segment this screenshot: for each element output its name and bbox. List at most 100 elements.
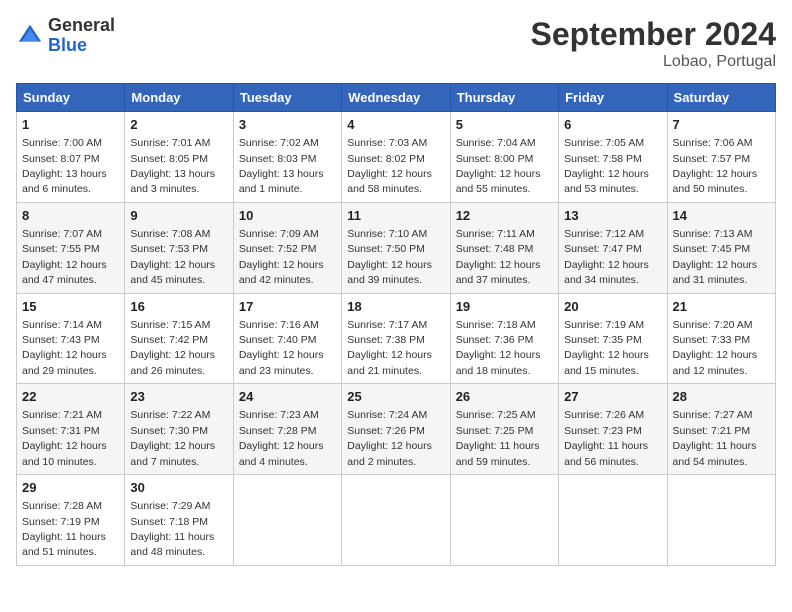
- weekday-header: Friday: [559, 84, 667, 112]
- day-detail: Sunrise: 7:14 AMSunset: 7:43 PMDaylight:…: [22, 319, 107, 377]
- calendar-week-row: 1 Sunrise: 7:00 AMSunset: 8:07 PMDayligh…: [17, 112, 776, 203]
- day-number: 1: [22, 116, 119, 134]
- weekday-header: Wednesday: [342, 84, 450, 112]
- calendar-day-cell: 13 Sunrise: 7:12 AMSunset: 7:47 PMDaylig…: [559, 202, 667, 293]
- title-area: September 2024 Lobao, Portugal: [531, 16, 776, 71]
- day-number: 21: [673, 298, 770, 316]
- day-number: 3: [239, 116, 336, 134]
- location: Lobao, Portugal: [531, 53, 776, 71]
- calendar-day-cell: 20 Sunrise: 7:19 AMSunset: 7:35 PMDaylig…: [559, 293, 667, 384]
- day-number: 6: [564, 116, 661, 134]
- logo: General Blue: [16, 16, 115, 56]
- day-number: 12: [456, 207, 553, 225]
- calendar-day-cell: [667, 475, 775, 566]
- day-number: 7: [673, 116, 770, 134]
- page-header: General Blue September 2024 Lobao, Portu…: [16, 16, 776, 71]
- day-detail: Sunrise: 7:06 AMSunset: 7:57 PMDaylight:…: [673, 137, 758, 195]
- calendar-day-cell: 24 Sunrise: 7:23 AMSunset: 7:28 PMDaylig…: [233, 384, 341, 475]
- day-number: 15: [22, 298, 119, 316]
- calendar-day-cell: 28 Sunrise: 7:27 AMSunset: 7:21 PMDaylig…: [667, 384, 775, 475]
- day-number: 22: [22, 388, 119, 406]
- calendar-day-cell: [342, 475, 450, 566]
- calendar-day-cell: 5 Sunrise: 7:04 AMSunset: 8:00 PMDayligh…: [450, 112, 558, 203]
- calendar-day-cell: [233, 475, 341, 566]
- day-detail: Sunrise: 7:23 AMSunset: 7:28 PMDaylight:…: [239, 409, 324, 467]
- day-detail: Sunrise: 7:11 AMSunset: 7:48 PMDaylight:…: [456, 228, 541, 286]
- logo-icon: [16, 22, 44, 50]
- calendar-day-cell: 11 Sunrise: 7:10 AMSunset: 7:50 PMDaylig…: [342, 202, 450, 293]
- logo-text: General Blue: [48, 16, 115, 56]
- calendar-day-cell: 14 Sunrise: 7:13 AMSunset: 7:45 PMDaylig…: [667, 202, 775, 293]
- calendar-day-cell: 27 Sunrise: 7:26 AMSunset: 7:23 PMDaylig…: [559, 384, 667, 475]
- day-detail: Sunrise: 7:10 AMSunset: 7:50 PMDaylight:…: [347, 228, 432, 286]
- calendar-week-row: 8 Sunrise: 7:07 AMSunset: 7:55 PMDayligh…: [17, 202, 776, 293]
- day-detail: Sunrise: 7:25 AMSunset: 7:25 PMDaylight:…: [456, 409, 540, 467]
- calendar-day-cell: 7 Sunrise: 7:06 AMSunset: 7:57 PMDayligh…: [667, 112, 775, 203]
- day-number: 24: [239, 388, 336, 406]
- calendar-week-row: 29 Sunrise: 7:28 AMSunset: 7:19 PMDaylig…: [17, 475, 776, 566]
- day-number: 4: [347, 116, 444, 134]
- logo-blue: Blue: [48, 36, 115, 56]
- day-number: 2: [130, 116, 227, 134]
- month-title: September 2024: [531, 16, 776, 53]
- calendar-day-cell: 29 Sunrise: 7:28 AMSunset: 7:19 PMDaylig…: [17, 475, 125, 566]
- weekday-header: Monday: [125, 84, 233, 112]
- day-detail: Sunrise: 7:29 AMSunset: 7:18 PMDaylight:…: [130, 500, 214, 558]
- calendar-day-cell: 21 Sunrise: 7:20 AMSunset: 7:33 PMDaylig…: [667, 293, 775, 384]
- day-number: 5: [456, 116, 553, 134]
- day-detail: Sunrise: 7:28 AMSunset: 7:19 PMDaylight:…: [22, 500, 106, 558]
- day-number: 28: [673, 388, 770, 406]
- calendar-day-cell: 10 Sunrise: 7:09 AMSunset: 7:52 PMDaylig…: [233, 202, 341, 293]
- day-detail: Sunrise: 7:05 AMSunset: 7:58 PMDaylight:…: [564, 137, 649, 195]
- day-number: 14: [673, 207, 770, 225]
- day-number: 19: [456, 298, 553, 316]
- weekday-header-row: SundayMondayTuesdayWednesdayThursdayFrid…: [17, 84, 776, 112]
- calendar-day-cell: [450, 475, 558, 566]
- day-number: 10: [239, 207, 336, 225]
- calendar-day-cell: 18 Sunrise: 7:17 AMSunset: 7:38 PMDaylig…: [342, 293, 450, 384]
- day-detail: Sunrise: 7:07 AMSunset: 7:55 PMDaylight:…: [22, 228, 107, 286]
- day-detail: Sunrise: 7:09 AMSunset: 7:52 PMDaylight:…: [239, 228, 324, 286]
- calendar-day-cell: 26 Sunrise: 7:25 AMSunset: 7:25 PMDaylig…: [450, 384, 558, 475]
- calendar-day-cell: 8 Sunrise: 7:07 AMSunset: 7:55 PMDayligh…: [17, 202, 125, 293]
- day-number: 11: [347, 207, 444, 225]
- day-detail: Sunrise: 7:18 AMSunset: 7:36 PMDaylight:…: [456, 319, 541, 377]
- calendar-day-cell: 9 Sunrise: 7:08 AMSunset: 7:53 PMDayligh…: [125, 202, 233, 293]
- day-number: 13: [564, 207, 661, 225]
- weekday-header: Saturday: [667, 84, 775, 112]
- day-detail: Sunrise: 7:15 AMSunset: 7:42 PMDaylight:…: [130, 319, 215, 377]
- calendar-day-cell: 23 Sunrise: 7:22 AMSunset: 7:30 PMDaylig…: [125, 384, 233, 475]
- day-detail: Sunrise: 7:01 AMSunset: 8:05 PMDaylight:…: [130, 137, 215, 195]
- day-detail: Sunrise: 7:26 AMSunset: 7:23 PMDaylight:…: [564, 409, 648, 467]
- weekday-header: Sunday: [17, 84, 125, 112]
- calendar-day-cell: 25 Sunrise: 7:24 AMSunset: 7:26 PMDaylig…: [342, 384, 450, 475]
- day-number: 25: [347, 388, 444, 406]
- day-detail: Sunrise: 7:22 AMSunset: 7:30 PMDaylight:…: [130, 409, 215, 467]
- weekday-header: Thursday: [450, 84, 558, 112]
- calendar-day-cell: 17 Sunrise: 7:16 AMSunset: 7:40 PMDaylig…: [233, 293, 341, 384]
- calendar-day-cell: 2 Sunrise: 7:01 AMSunset: 8:05 PMDayligh…: [125, 112, 233, 203]
- calendar-day-cell: 22 Sunrise: 7:21 AMSunset: 7:31 PMDaylig…: [17, 384, 125, 475]
- calendar-day-cell: 15 Sunrise: 7:14 AMSunset: 7:43 PMDaylig…: [17, 293, 125, 384]
- calendar-day-cell: 1 Sunrise: 7:00 AMSunset: 8:07 PMDayligh…: [17, 112, 125, 203]
- day-detail: Sunrise: 7:16 AMSunset: 7:40 PMDaylight:…: [239, 319, 324, 377]
- day-number: 18: [347, 298, 444, 316]
- calendar-day-cell: 4 Sunrise: 7:03 AMSunset: 8:02 PMDayligh…: [342, 112, 450, 203]
- day-detail: Sunrise: 7:00 AMSunset: 8:07 PMDaylight:…: [22, 137, 107, 195]
- logo-general: General: [48, 16, 115, 36]
- day-detail: Sunrise: 7:12 AMSunset: 7:47 PMDaylight:…: [564, 228, 649, 286]
- calendar-week-row: 15 Sunrise: 7:14 AMSunset: 7:43 PMDaylig…: [17, 293, 776, 384]
- day-number: 26: [456, 388, 553, 406]
- day-number: 23: [130, 388, 227, 406]
- day-number: 20: [564, 298, 661, 316]
- calendar-day-cell: 12 Sunrise: 7:11 AMSunset: 7:48 PMDaylig…: [450, 202, 558, 293]
- calendar-table: SundayMondayTuesdayWednesdayThursdayFrid…: [16, 83, 776, 566]
- day-detail: Sunrise: 7:21 AMSunset: 7:31 PMDaylight:…: [22, 409, 107, 467]
- day-detail: Sunrise: 7:04 AMSunset: 8:00 PMDaylight:…: [456, 137, 541, 195]
- calendar-day-cell: 19 Sunrise: 7:18 AMSunset: 7:36 PMDaylig…: [450, 293, 558, 384]
- day-number: 16: [130, 298, 227, 316]
- day-detail: Sunrise: 7:24 AMSunset: 7:26 PMDaylight:…: [347, 409, 432, 467]
- day-number: 8: [22, 207, 119, 225]
- weekday-header: Tuesday: [233, 84, 341, 112]
- day-number: 29: [22, 479, 119, 497]
